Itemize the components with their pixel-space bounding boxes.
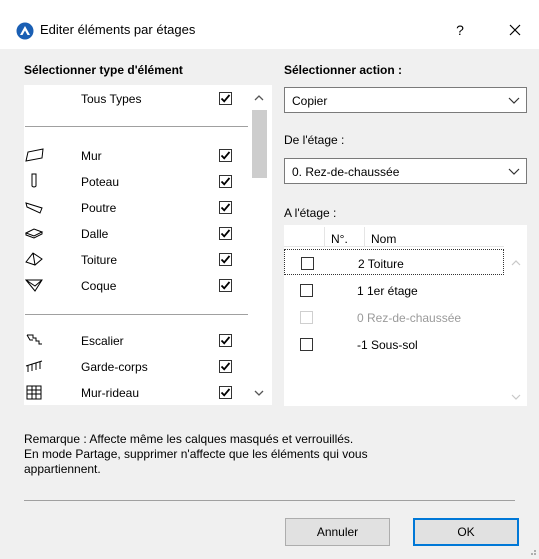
- scroll-down-icon: [511, 394, 521, 400]
- scroll-down-icon: [254, 390, 264, 396]
- type-row-dalle[interactable]: Dalle: [25, 221, 251, 247]
- type-label: Toiture: [81, 253, 118, 267]
- list-divider: [25, 126, 249, 127]
- to-story-label: A l'étage :: [284, 206, 337, 220]
- resize-grip-icon[interactable]: [527, 545, 537, 555]
- close-icon: [509, 24, 521, 36]
- remark-text: Remarque : Affecte même les calques masq…: [24, 432, 494, 477]
- column-header-number[interactable]: N°.: [331, 232, 348, 246]
- slab-icon: [25, 225, 45, 241]
- type-label: Coque: [81, 279, 117, 293]
- roof-icon: [25, 251, 45, 267]
- ok-button[interactable]: OK: [413, 518, 519, 546]
- type-row-all[interactable]: Tous Types: [25, 86, 251, 112]
- help-button[interactable]: ?: [448, 18, 472, 42]
- remark-line: appartiennent.: [24, 462, 101, 476]
- scroll-up-icon: [254, 95, 264, 101]
- from-story-label: De l'étage :: [284, 133, 345, 147]
- story-row[interactable]: -1 Sous-sol: [284, 331, 504, 357]
- column-divider: [364, 227, 365, 246]
- story-row[interactable]: 2 Toiture: [284, 249, 504, 275]
- type-row-mur[interactable]: Mur: [25, 143, 251, 169]
- story-checkbox: [300, 311, 313, 324]
- list-divider: [25, 314, 249, 315]
- type-label: Dalle: [81, 227, 109, 241]
- type-label: Mur: [81, 149, 102, 163]
- chevron-down-icon: [508, 165, 520, 177]
- type-row-garde-corps[interactable]: Garde-corps: [25, 354, 251, 380]
- remark-line: Remarque : Affecte même les calques masq…: [24, 432, 354, 446]
- action-select[interactable]: Copier: [284, 87, 527, 113]
- archicad-logo-icon: [16, 22, 34, 40]
- element-type-heading: Sélectionner type d'élément: [24, 63, 183, 77]
- to-story-list[interactable]: N°. Nom 2 Toiture 1 1er étage 0 Rez-de-c…: [284, 225, 527, 406]
- story-label: 2 Toiture: [358, 257, 404, 271]
- type-label: Poutre: [81, 201, 117, 215]
- story-row[interactable]: 1 1er étage: [284, 277, 504, 303]
- type-poutre-checkbox[interactable]: [219, 201, 232, 214]
- story-label: -1 Sous-sol: [357, 338, 418, 352]
- type-all-checkbox[interactable]: [219, 92, 232, 105]
- chevron-down-icon: [508, 94, 520, 106]
- type-garde-corps-checkbox[interactable]: [219, 360, 232, 373]
- curtain-wall-icon: [25, 384, 45, 400]
- wall-icon: [25, 147, 45, 163]
- column-icon: [25, 173, 45, 189]
- column-divider: [324, 227, 325, 246]
- window-title: Editer éléments par étages: [40, 22, 196, 37]
- type-row-escalier[interactable]: Escalier: [25, 328, 251, 354]
- story-row: 0 Rez-de-chaussée: [284, 304, 504, 330]
- type-label: Tous Types: [81, 92, 142, 106]
- story-checkbox[interactable]: [300, 338, 313, 351]
- stair-icon: [25, 332, 45, 348]
- type-dalle-checkbox[interactable]: [219, 227, 232, 240]
- action-select-value: Copier: [292, 94, 328, 108]
- type-mur-rideau-checkbox[interactable]: [219, 386, 232, 399]
- remark-line: En mode Partage, supprimer n'affecte que…: [24, 447, 368, 461]
- type-mur-checkbox[interactable]: [219, 149, 232, 162]
- cancel-button[interactable]: Annuler: [285, 518, 390, 546]
- type-label: Garde-corps: [81, 360, 148, 374]
- type-poteau-checkbox[interactable]: [219, 175, 232, 188]
- story-label: 0 Rez-de-chaussée: [357, 311, 462, 325]
- story-label: 1 1er étage: [357, 284, 418, 298]
- scroll-up-icon: [511, 260, 521, 266]
- element-type-list[interactable]: Tous Types Mur Poteau Poutre Dalle Toitu…: [24, 85, 272, 405]
- header-divider: [284, 246, 504, 247]
- beam-icon: [25, 199, 45, 215]
- type-label: Poteau: [81, 175, 120, 189]
- story-checkbox[interactable]: [300, 284, 313, 297]
- type-toiture-checkbox[interactable]: [219, 253, 232, 266]
- action-heading: Sélectionner action :: [284, 63, 403, 77]
- type-label: Mur-rideau: [81, 386, 140, 400]
- scrollbar-thumb[interactable]: [252, 110, 267, 178]
- type-row-poutre[interactable]: Poutre: [25, 195, 251, 221]
- type-coque-checkbox[interactable]: [219, 279, 232, 292]
- shell-icon: [25, 277, 45, 293]
- type-row-toiture[interactable]: Toiture: [25, 247, 251, 273]
- story-checkbox[interactable]: [301, 257, 314, 270]
- footer-divider: [24, 500, 515, 501]
- type-escalier-checkbox[interactable]: [219, 334, 232, 347]
- story-list-scrollbar[interactable]: [506, 225, 527, 406]
- type-row-poteau[interactable]: Poteau: [25, 169, 251, 195]
- type-row-mur-rideau[interactable]: Mur-rideau: [25, 380, 251, 404]
- close-button[interactable]: [500, 17, 530, 43]
- from-story-select[interactable]: 0. Rez-de-chaussée: [284, 158, 527, 184]
- from-story-value: 0. Rez-de-chaussée: [292, 165, 400, 179]
- column-header-name[interactable]: Nom: [371, 232, 396, 246]
- type-row-coque[interactable]: Coque: [25, 273, 251, 299]
- type-label: Escalier: [81, 334, 124, 348]
- railing-icon: [25, 358, 45, 374]
